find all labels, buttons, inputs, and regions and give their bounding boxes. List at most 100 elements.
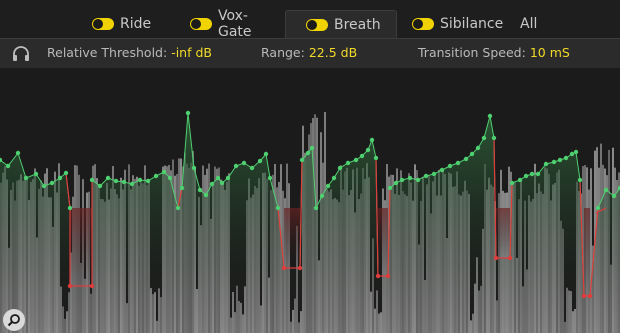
- gain-reduction-area: [378, 208, 388, 276]
- gain-node: [447, 163, 453, 169]
- tab-sibilance[interactable]: Sibilance: [406, 10, 506, 38]
- gain-node: [161, 169, 167, 175]
- range[interactable]: Range: 22.5 dB: [261, 45, 357, 60]
- gain-node: [105, 175, 111, 181]
- gain-node: [67, 283, 73, 289]
- gain-node: [415, 177, 421, 183]
- gain-node: [543, 161, 549, 167]
- gain-node: [185, 110, 191, 116]
- gain-node: [481, 135, 487, 141]
- gain-node: [577, 177, 583, 183]
- range-value[interactable]: 22.5 dB: [309, 45, 357, 60]
- gain-node: [137, 177, 143, 183]
- gain-node: [145, 178, 151, 184]
- tab-all[interactable]: All: [514, 10, 554, 38]
- tab-vox-gate-label: Vox-Gate: [218, 8, 252, 40]
- gain-node: [595, 205, 601, 211]
- tab-ride-label: Ride: [120, 16, 152, 32]
- gain-node: [399, 177, 405, 183]
- waveform-canvas[interactable]: [0, 68, 620, 333]
- gain-node: [305, 150, 311, 156]
- gain-node: [275, 205, 281, 211]
- tab-breath-label: Breath: [334, 17, 381, 33]
- gain-node: [129, 181, 135, 187]
- gain-node: [375, 273, 381, 279]
- gain-node: [393, 180, 399, 186]
- gain-node: [67, 205, 73, 211]
- gain-node: [153, 173, 159, 179]
- gain-node: [319, 193, 325, 199]
- gain-node: [385, 273, 391, 279]
- gain-node: [175, 205, 181, 211]
- gain-node: [507, 255, 513, 261]
- gain-node: [241, 160, 247, 166]
- gain-node: [611, 193, 617, 199]
- gain-node: [353, 157, 359, 163]
- relative-threshold-value[interactable]: -inf dB: [171, 45, 212, 60]
- gain-node: [313, 205, 319, 211]
- breath-toggle[interactable]: [306, 19, 328, 31]
- gain-node: [337, 165, 343, 171]
- gain-node: [203, 192, 209, 198]
- gain-node: [89, 283, 95, 289]
- gain-node: [423, 173, 429, 179]
- vox-gate-toggle[interactable]: [190, 18, 212, 30]
- gain-node: [233, 163, 239, 169]
- gain-node: [517, 177, 523, 183]
- gain-node: [359, 153, 365, 159]
- gain-node: [407, 175, 413, 181]
- gain-node: [179, 185, 185, 191]
- parameter-bar: Relative Threshold: -inf dB Range: 22.5 …: [0, 38, 620, 68]
- tab-vox-gate[interactable]: Vox-Gate: [184, 8, 280, 40]
- transition-speed-label: Transition Speed:: [418, 45, 526, 60]
- gain-node: [281, 265, 287, 271]
- waveform-display[interactable]: [0, 68, 620, 333]
- gain-node: [267, 175, 273, 181]
- gain-node: [569, 151, 575, 157]
- gain-node: [557, 157, 563, 163]
- gain-node: [15, 150, 21, 156]
- gain-node: [551, 159, 557, 165]
- gain-node: [209, 181, 215, 187]
- tab-breath[interactable]: Breath: [285, 10, 397, 39]
- gain-node: [469, 151, 475, 157]
- gain-node: [345, 160, 351, 166]
- headphones-icon[interactable]: [12, 46, 30, 62]
- range-label: Range:: [261, 45, 305, 60]
- tab-all-label: All: [520, 16, 538, 32]
- gain-node: [57, 175, 63, 181]
- gain-node: [49, 180, 55, 186]
- sibilance-toggle[interactable]: [412, 18, 434, 30]
- gain-reduction-area: [496, 208, 510, 258]
- ride-toggle[interactable]: [92, 18, 114, 30]
- gain-node: [365, 147, 371, 153]
- gain-node: [587, 293, 593, 299]
- gain-node: [33, 171, 39, 177]
- transition-speed-value[interactable]: 10 mS: [530, 45, 570, 60]
- gain-node: [89, 177, 95, 183]
- gain-node: [491, 135, 497, 141]
- relative-threshold[interactable]: Relative Threshold: -inf dB: [47, 45, 212, 60]
- gain-node: [249, 165, 255, 171]
- gain-node: [529, 171, 535, 177]
- tab-ride[interactable]: Ride: [86, 10, 166, 38]
- gain-node: [5, 163, 11, 169]
- gain-node: [263, 151, 269, 157]
- gain-node: [97, 183, 103, 189]
- gain-node: [167, 175, 173, 181]
- gain-node: [325, 183, 331, 189]
- zoom-button[interactable]: [3, 309, 25, 331]
- gain-node: [309, 145, 315, 151]
- gain-node: [225, 175, 231, 181]
- gain-node: [463, 156, 469, 162]
- gain-node: [215, 175, 221, 181]
- gain-node: [493, 255, 499, 261]
- gain-node: [257, 158, 263, 164]
- transition-speed[interactable]: Transition Speed: 10 mS: [418, 45, 570, 60]
- gain-node: [523, 173, 529, 179]
- gain-reduction-area: [584, 208, 590, 296]
- gain-node: [113, 178, 119, 184]
- gain-node: [439, 167, 445, 173]
- tab-sibilance-label: Sibilance: [440, 16, 504, 32]
- gain-reduction-area: [284, 208, 300, 268]
